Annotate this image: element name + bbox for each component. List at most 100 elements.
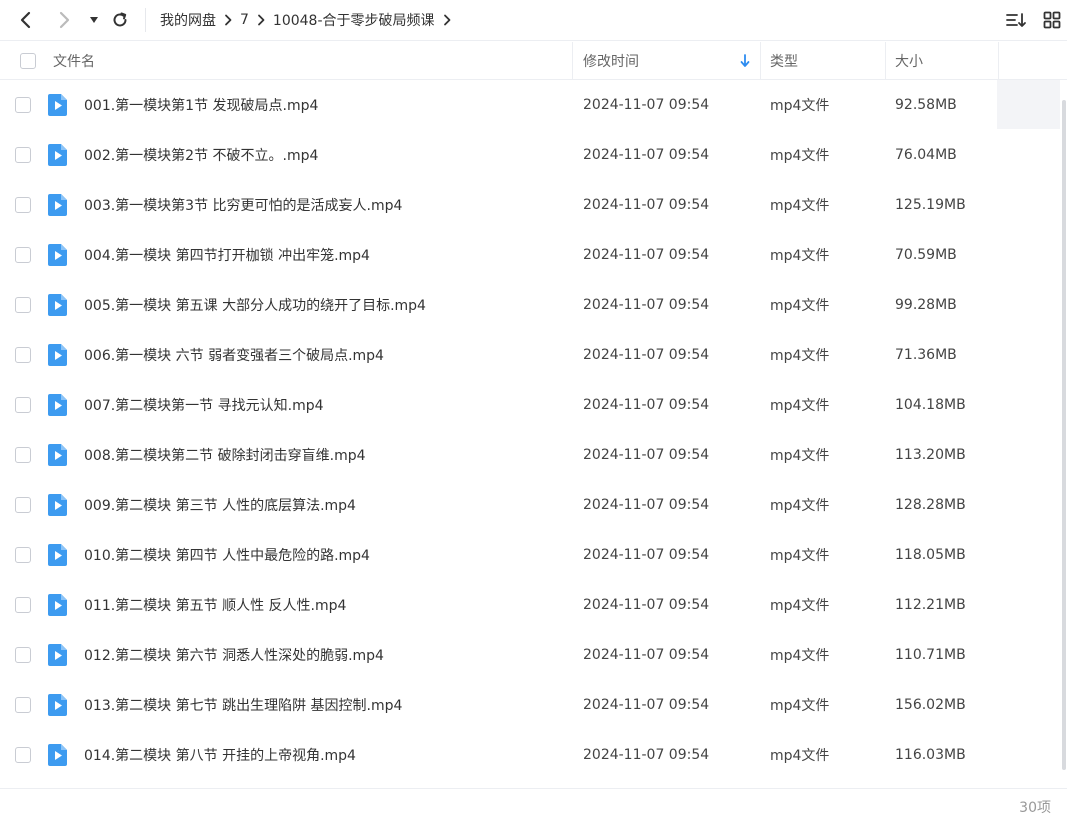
file-modified-time: 2024-11-07 09:54: [583, 247, 710, 263]
sort-button[interactable]: [1005, 9, 1027, 31]
file-size: 76.04MB: [895, 147, 957, 163]
file-name[interactable]: 003.第一模块第3节 比穷更可怕的是活成妄人.mp4: [84, 180, 402, 230]
file-name[interactable]: 013.第二模块 第七节 跳出生理陷阱 基因控制.mp4: [84, 680, 402, 730]
file-row[interactable]: 012.第二模块 第六节 洞悉人性深处的脆弱.mp4 2024-11-07 09:…: [0, 630, 1060, 680]
row-checkbox[interactable]: [15, 697, 31, 713]
file-name[interactable]: 014.第二模块 第八节 开挂的上帝视角.mp4: [84, 730, 356, 780]
grid-view-button[interactable]: [1041, 9, 1063, 31]
file-row[interactable]: 003.第一模块第3节 比穷更可怕的是活成妄人.mp4 2024-11-07 09…: [0, 180, 1060, 230]
toolbar-divider: [145, 8, 146, 32]
file-name[interactable]: 011.第二模块 第五节 顺人性 反人性.mp4: [84, 580, 346, 630]
column-time[interactable]: 修改时间: [583, 42, 639, 79]
file-name[interactable]: 001.第一模块第1节 发现破局点.mp4: [84, 80, 318, 130]
refresh-icon: [113, 12, 127, 27]
file-row[interactable]: 001.第一模块第1节 发现破局点.mp4 2024-11-07 09:54 mp4…: [0, 80, 1060, 130]
column-divider: [885, 42, 886, 79]
refresh-button[interactable]: [108, 8, 132, 32]
file-modified-time: 2024-11-07 09:54: [583, 697, 710, 713]
file-modified-time: 2024-11-07 09:54: [583, 297, 710, 313]
back-button[interactable]: [14, 8, 38, 32]
row-checkbox[interactable]: [15, 497, 31, 513]
row-checkbox[interactable]: [15, 197, 31, 213]
file-list: 001.第一模块第1节 发现破局点.mp4 2024-11-07 09:54 mp4…: [0, 80, 1060, 787]
row-checkbox[interactable]: [15, 547, 31, 563]
breadcrumb-item-current[interactable]: 10048-合于零步破局频课: [273, 10, 435, 30]
file-size: 92.58MB: [895, 97, 957, 113]
file-name[interactable]: 007.第二模块第一节 寻找元认知.mp4: [84, 380, 324, 430]
row-checkbox[interactable]: [15, 397, 31, 413]
file-modified-time: 2024-11-07 09:54: [583, 547, 710, 563]
file-type: mp4文件: [770, 98, 830, 114]
file-type: mp4文件: [770, 348, 830, 364]
video-file-icon: [47, 193, 69, 221]
forward-button[interactable]: [52, 8, 76, 32]
row-checkbox[interactable]: [15, 447, 31, 463]
video-file-icon: [47, 343, 69, 371]
column-divider: [998, 42, 999, 79]
file-name[interactable]: 008.第二模块第二节 破除封闭击穿盲维.mp4: [84, 430, 366, 480]
chevron-left-icon: [20, 11, 31, 29]
chevron-right-icon[interactable]: [443, 14, 451, 26]
file-modified-time: 2024-11-07 09:54: [583, 647, 710, 663]
row-checkbox[interactable]: [15, 297, 31, 313]
row-checkbox[interactable]: [15, 747, 31, 763]
file-row[interactable]: 005.第一模块 第五课 大部分人成功的绕开了目标.mp4 2024-11-07 …: [0, 280, 1060, 330]
file-name[interactable]: 004.第一模块 第四节打开枷锁 冲出牢笼.mp4: [84, 230, 370, 280]
file-size: 156.02MB: [895, 697, 966, 713]
column-divider: [760, 42, 761, 79]
file-row[interactable]: 013.第二模块 第七节 跳出生理陷阱 基因控制.mp4 2024-11-07 0…: [0, 680, 1060, 730]
column-size[interactable]: 大小: [895, 42, 923, 79]
video-file-icon: [47, 493, 69, 521]
breadcrumb-item-folder[interactable]: 7: [240, 12, 249, 28]
file-row[interactable]: 008.第二模块第二节 破除封闭击穿盲维.mp4 2024-11-07 09:54…: [0, 430, 1060, 480]
file-modified-time: 2024-11-07 09:54: [583, 397, 710, 413]
row-checkbox[interactable]: [15, 147, 31, 163]
file-name[interactable]: 002.第一模块第2节 不破不立。.mp4: [84, 130, 318, 180]
column-name[interactable]: 文件名: [53, 42, 95, 79]
scrollbar-thumb[interactable]: [1062, 100, 1066, 770]
file-name[interactable]: 012.第二模块 第六节 洞悉人性深处的脆弱.mp4: [84, 630, 384, 680]
video-file-icon: [47, 593, 69, 621]
video-file-icon: [47, 543, 69, 571]
file-row[interactable]: 009.第二模块 第三节 人性的底层算法.mp4 2024-11-07 09:54…: [0, 480, 1060, 530]
video-file-icon: [47, 443, 69, 471]
file-row[interactable]: 006.第一模块 六节 弱者变强者三个破局点.mp4 2024-11-07 09:…: [0, 330, 1060, 380]
video-file-icon: [47, 243, 69, 271]
file-name[interactable]: 009.第二模块 第三节 人性的底层算法.mp4: [84, 480, 356, 530]
video-file-icon: [47, 393, 69, 421]
column-type[interactable]: 类型: [770, 42, 798, 79]
caret-down-icon: [90, 17, 98, 23]
file-modified-time: 2024-11-07 09:54: [583, 347, 710, 363]
file-row[interactable]: 004.第一模块 第四节打开枷锁 冲出牢笼.mp4 2024-11-07 09:5…: [0, 230, 1060, 280]
grid-view-icon: [1043, 11, 1061, 29]
file-row[interactable]: 007.第二模块第一节 寻找元认知.mp4 2024-11-07 09:54 mp4…: [0, 380, 1060, 430]
select-all-cell: [20, 42, 36, 79]
file-modified-time: 2024-11-07 09:54: [583, 497, 710, 513]
file-row[interactable]: 002.第一模块第2节 不破不立。.mp4 2024-11-07 09:54 mp4…: [0, 130, 1060, 180]
breadcrumb-item-root[interactable]: 我的网盘: [160, 10, 216, 30]
row-checkbox[interactable]: [15, 247, 31, 263]
file-row[interactable]: 014.第二模块 第八节 开挂的上帝视角.mp4 2024-11-07 09:54…: [0, 730, 1060, 780]
file-name[interactable]: 005.第一模块 第五课 大部分人成功的绕开了目标.mp4: [84, 280, 426, 330]
sort-desc-icon[interactable]: [740, 42, 750, 79]
history-dropdown-button[interactable]: [82, 8, 106, 32]
file-row[interactable]: 010.第二模块 第四节 人性中最危险的路.mp4 2024-11-07 09:5…: [0, 530, 1060, 580]
video-file-icon: [47, 93, 69, 121]
file-type: mp4文件: [770, 448, 830, 464]
file-type: mp4文件: [770, 698, 830, 714]
file-type: mp4文件: [770, 598, 830, 614]
file-size: 116.03MB: [895, 747, 966, 763]
row-checkbox[interactable]: [15, 647, 31, 663]
select-all-checkbox[interactable]: [20, 52, 36, 69]
file-size: 112.21MB: [895, 597, 966, 613]
file-modified-time: 2024-11-07 09:54: [583, 447, 710, 463]
file-name[interactable]: 010.第二模块 第四节 人性中最危险的路.mp4: [84, 530, 370, 580]
row-checkbox[interactable]: [15, 597, 31, 613]
file-name[interactable]: 006.第一模块 六节 弱者变强者三个破局点.mp4: [84, 330, 384, 380]
file-modified-time: 2024-11-07 09:54: [583, 597, 710, 613]
file-row[interactable]: 011.第二模块 第五节 顺人性 反人性.mp4 2024-11-07 09:54…: [0, 580, 1060, 630]
file-size: 128.28MB: [895, 497, 966, 513]
status-bar: 30项: [0, 788, 1067, 824]
row-checkbox[interactable]: [15, 347, 31, 363]
row-checkbox[interactable]: [15, 97, 31, 113]
